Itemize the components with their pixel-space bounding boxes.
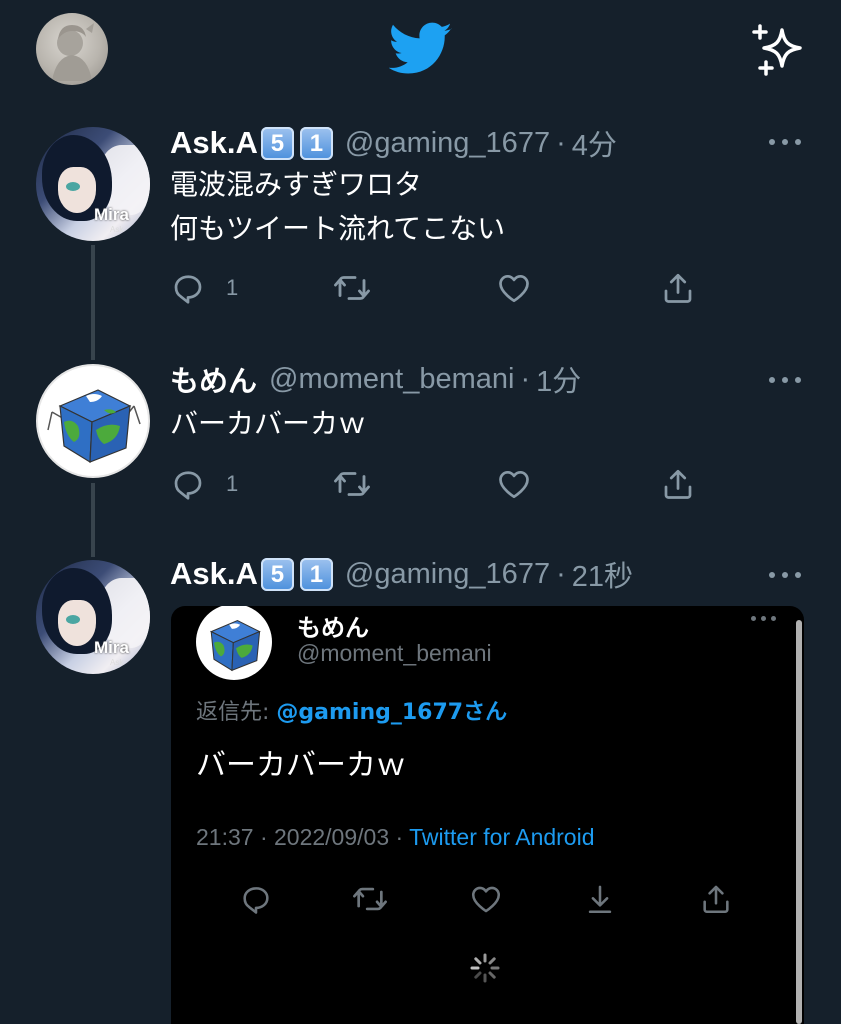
handle[interactable]: @moment_bemani <box>269 363 514 396</box>
reply-target: @gaming_1677 <box>276 700 464 725</box>
tweet-text-line: 電波混みすぎワロタ <box>170 168 423 201</box>
handle[interactable]: @gaming_1677 <box>345 127 550 160</box>
reply-count: 1 <box>226 275 239 300</box>
separator: · <box>556 557 566 590</box>
embedded-display-name: もめん <box>297 614 369 642</box>
reply-button[interactable]: 1 <box>170 464 238 504</box>
handle[interactable]: @gaming_1677 <box>345 558 550 591</box>
heart-icon <box>471 886 501 913</box>
keycap-emoji: 5 <box>260 557 294 591</box>
share-icon <box>664 273 692 303</box>
reply-prefix: 返信先: <box>196 700 277 725</box>
retweet-button[interactable] <box>332 268 372 308</box>
timestamp[interactable]: 21秒 <box>572 553 633 595</box>
tweet-actions: 1 <box>170 268 710 308</box>
share-button[interactable] <box>660 268 696 308</box>
heart-icon <box>499 470 529 499</box>
tweet-actions: 1 <box>170 464 710 504</box>
tweet-header: もめん @moment_bemani · 1分 <box>170 357 581 401</box>
tweet-text-line: 何もツイート流れてこない <box>170 212 506 245</box>
download-icon <box>588 885 612 914</box>
retweet-icon <box>334 472 370 496</box>
tweet-text: バーカバーカｗ <box>170 402 366 446</box>
more-options-icon[interactable] <box>767 375 803 385</box>
share-button[interactable] <box>660 464 696 504</box>
retweet-button[interactable] <box>332 464 372 504</box>
timestamp[interactable]: 4分 <box>572 122 617 164</box>
reply-count: 1 <box>226 471 239 496</box>
tweet-text: 電波混みすぎワロタ 何もツイート流れてこない <box>170 163 505 251</box>
reply-icon <box>174 471 202 500</box>
avatar[interactable]: Mira Ask <box>36 560 150 674</box>
separator: · <box>520 362 531 395</box>
reply-icon <box>243 887 269 914</box>
loading-spinner-icon <box>470 953 500 983</box>
share-icon <box>703 885 729 914</box>
keycap-emoji: 5 <box>260 126 294 160</box>
avatar[interactable] <box>36 364 150 478</box>
keycap-emoji: 1 <box>299 557 333 591</box>
more-options-icon[interactable] <box>767 137 803 147</box>
display-name[interactable]: Ask.A <box>170 556 258 592</box>
reply-button[interactable]: 1 <box>170 268 238 308</box>
like-button[interactable] <box>496 268 532 308</box>
tweet-text-line: バーカバーカｗ <box>170 407 367 440</box>
embedded-tweet-text: バーカバーカｗ <box>196 748 406 783</box>
reply-suffix: さん <box>463 700 508 725</box>
tweet[interactable]: Mira Ask Ask.A 5 1 @gaming_1677 · 4分 電波混み… <box>0 0 841 330</box>
more-options-icon[interactable] <box>767 570 803 580</box>
tweet-header: Ask.A 5 1 @gaming_1677 · 21秒 <box>170 552 633 596</box>
embedded-more-icon <box>751 616 777 624</box>
share-icon <box>664 469 692 499</box>
like-button[interactable] <box>496 464 532 504</box>
heart-icon <box>499 274 529 303</box>
embedded-source: Twitter for Android <box>409 824 595 850</box>
timestamp[interactable]: 1分 <box>536 358 581 400</box>
embedded-reply-to: 返信先: @gaming_1677さん <box>196 694 507 726</box>
reply-icon <box>174 275 202 304</box>
embedded-meta: 21:37 · 2022/09/03 · Twitter for Android <box>196 824 595 851</box>
display-name[interactable]: もめん <box>170 358 257 400</box>
attached-screenshot[interactable]: もめん @moment_bemani 返信先: @gaming_1677さん バ… <box>171 606 804 1024</box>
embedded-avatar <box>196 606 272 680</box>
screenshot-scrollbar <box>796 620 802 1024</box>
keycap-emoji: 1 <box>299 126 333 160</box>
embedded-actions <box>231 882 751 916</box>
retweet-icon <box>353 887 387 911</box>
tweet-header: Ask.A 5 1 @gaming_1677 · 4分 <box>170 121 617 165</box>
display-name[interactable]: Ask.A <box>170 125 258 161</box>
avatar[interactable]: Mira Ask <box>36 127 150 241</box>
embedded-handle: @moment_bemani <box>297 640 492 666</box>
retweet-icon <box>334 276 370 300</box>
embedded-timestamp: 21:37 · 2022/09/03 · <box>196 824 410 850</box>
separator: · <box>556 126 566 159</box>
thread-line <box>91 483 95 557</box>
